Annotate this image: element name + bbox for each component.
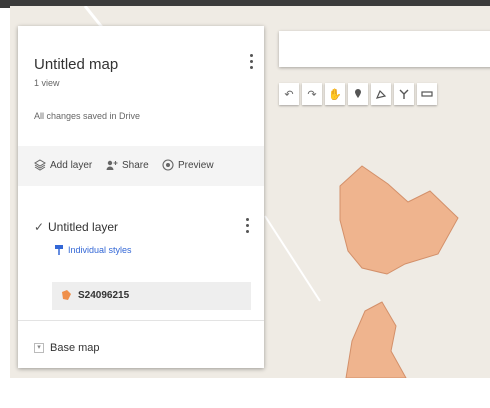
dot [245,230,249,233]
layer-menu-button[interactable] [242,218,252,236]
preview-label: Preview [178,159,214,171]
redo-button[interactable]: ↷ [302,83,322,105]
marker-icon [355,89,361,98]
polygon-icon [62,290,71,300]
dot [249,66,253,69]
dot [249,60,253,63]
feature-name: S24096215 [78,290,130,301]
add-person-icon [106,160,118,170]
add-directions-button[interactable] [394,83,414,105]
parcel-polygon[interactable] [345,301,407,378]
add-layer-label: Add layer [50,159,93,171]
hand-button[interactable]: ✋ [325,83,345,105]
ruler-icon [421,91,433,97]
undo-button[interactable]: ↶ [279,83,299,105]
map-menu-button[interactable] [246,54,256,72]
layer-styles-link[interactable]: Individual styles [54,244,132,256]
dot [245,218,249,221]
layers-icon [34,159,46,171]
eye-icon [162,159,174,171]
undo-icon: ↶ [284,88,294,101]
draw-line-button[interactable] [371,83,391,105]
layer-name[interactable]: Untitled layer [48,220,118,234]
route-icon [399,89,409,99]
styles-label: Individual styles [68,245,132,255]
hand-icon: ✋ [328,88,342,101]
layers-panel: Untitled map 1 view All changes saved in… [18,26,264,368]
search-box[interactable] [279,31,490,67]
draw-line-icon [375,89,387,99]
divider [18,320,264,321]
measure-button[interactable] [417,83,437,105]
map-title[interactable]: Untitled map [34,56,118,73]
dot [249,54,253,57]
base-map-toggle[interactable]: ▾ Base map [34,342,100,354]
add-layer-button[interactable]: Add layer [34,159,92,171]
share-button[interactable]: Share [106,159,149,171]
add-marker-button[interactable] [348,83,368,105]
chevron-down-icon: ▾ [34,343,44,353]
panel-actions: Add layer Share Preview [18,146,264,186]
preview-button[interactable]: Preview [162,159,214,171]
map-toolbar: ↶ ↷ ✋ [279,83,437,109]
map-editor: ↶ ↷ ✋ Untitled map 1 view All changes sa… [0,0,490,408]
base-map-label: Base map [50,342,100,354]
parcel-polygon[interactable] [339,165,459,275]
redo-icon: ↷ [307,88,317,101]
feature-item[interactable]: S24096215 [52,282,251,310]
road-line [264,215,321,302]
view-count: 1 view [34,78,60,88]
dot [245,224,249,227]
share-label: Share [122,159,149,171]
layer-visibility-checkbox[interactable]: ✓ [34,220,44,234]
paint-roller-icon [55,245,63,255]
save-status: All changes saved in Drive [34,111,141,121]
